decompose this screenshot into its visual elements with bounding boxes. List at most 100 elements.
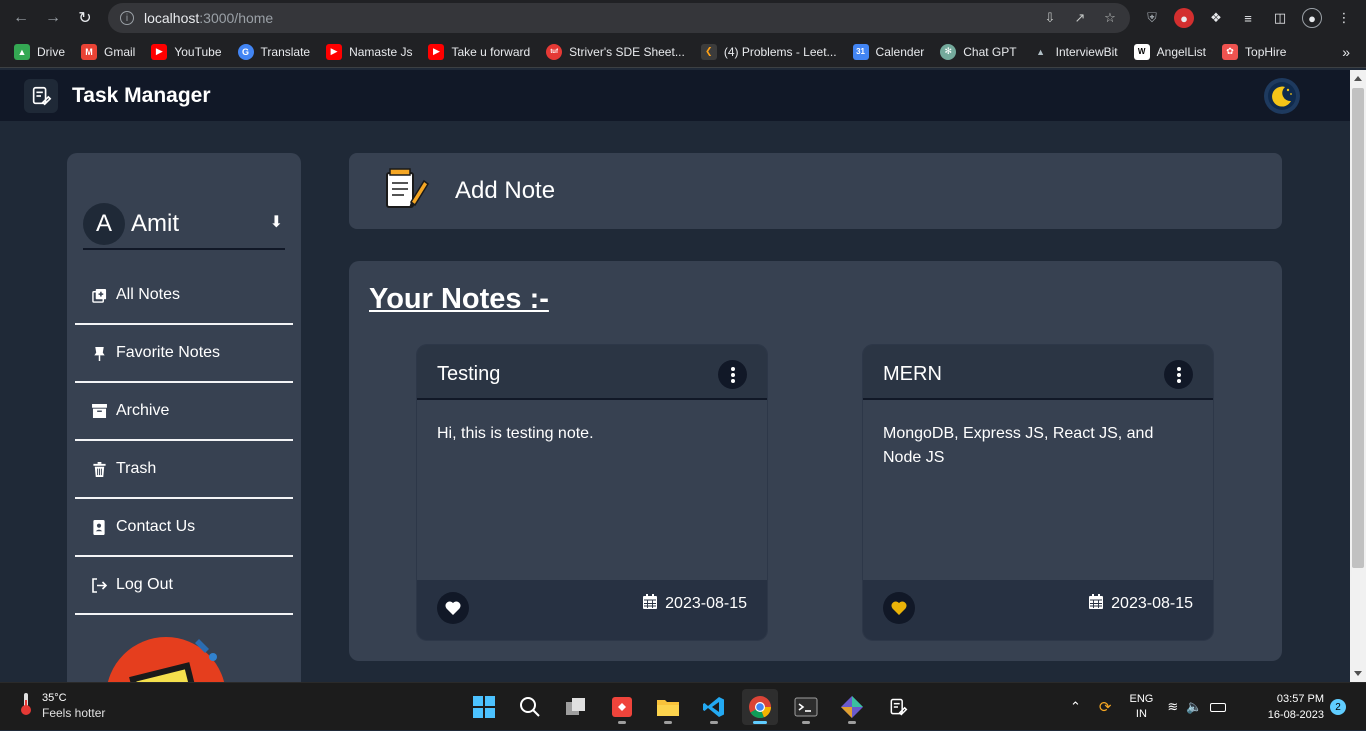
extensions-puzzle-icon[interactable]: ❖ bbox=[1206, 8, 1226, 28]
bookmarks-overflow-button[interactable]: » bbox=[1342, 44, 1350, 60]
more-options-icon[interactable] bbox=[1164, 360, 1193, 389]
add-note-button[interactable]: Add Note bbox=[349, 153, 1282, 229]
file-explorer-icon[interactable] bbox=[650, 689, 686, 725]
reload-icon[interactable]: ↻ bbox=[74, 7, 96, 29]
note-card[interactable]: MERN MongoDB, Express JS, React JS, and … bbox=[863, 345, 1213, 640]
note-card-header: MERN bbox=[863, 345, 1213, 400]
bookmark-item[interactable]: ✻ Chat GPT bbox=[940, 43, 1017, 60]
sidebar-item-contact-us[interactable]: Contact Us bbox=[75, 499, 293, 557]
dark-mode-toggle-icon[interactable] bbox=[1264, 78, 1300, 114]
avatar: A bbox=[83, 203, 125, 245]
heart-icon[interactable] bbox=[437, 592, 469, 624]
wifi-icon[interactable]: ≋ bbox=[1167, 699, 1178, 715]
angellist-icon: W bbox=[1133, 43, 1150, 60]
note-body: MongoDB, Express JS, React JS, and Node … bbox=[883, 425, 1154, 466]
user-profile-dropdown[interactable]: A Amit ⬇ bbox=[83, 200, 285, 250]
anydesk-icon[interactable] bbox=[604, 689, 640, 725]
battery-icon[interactable] bbox=[1210, 702, 1227, 712]
note-title: Testing bbox=[437, 363, 501, 385]
install-icon[interactable]: ⇩ bbox=[1042, 10, 1058, 26]
chrome-icon[interactable] bbox=[742, 689, 778, 725]
notepad-logo-icon bbox=[24, 78, 58, 113]
bookmark-item[interactable]: ▶ Namaste Js bbox=[326, 43, 412, 60]
sidebar-item-all-notes[interactable]: All Notes bbox=[75, 267, 293, 325]
sidebar-item-archive[interactable]: Archive bbox=[75, 383, 293, 441]
sync-icon[interactable]: ⟳ bbox=[1099, 698, 1112, 716]
youtube-icon: ▶ bbox=[151, 43, 168, 60]
arrow-down-icon: ⬇ bbox=[269, 214, 283, 231]
media-control-icon[interactable]: ≡ bbox=[1238, 8, 1258, 28]
scroll-up-icon[interactable] bbox=[1354, 76, 1362, 81]
note-card-footer: 2023-08-15 bbox=[863, 580, 1213, 640]
notepad-app-icon[interactable] bbox=[880, 689, 916, 725]
chatgpt-icon: ✻ bbox=[940, 43, 957, 60]
bookmark-item[interactable]: tuf Striver's SDE Sheet... bbox=[546, 43, 685, 60]
back-icon[interactable]: ← bbox=[10, 7, 32, 29]
page-scrollbar[interactable] bbox=[1350, 70, 1366, 682]
chevron-up-icon[interactable]: ⌃ bbox=[1070, 699, 1081, 715]
notification-badge[interactable]: 2 bbox=[1330, 699, 1346, 715]
terminal-icon[interactable] bbox=[788, 689, 824, 725]
bookmark-item[interactable]: ✿ TopHire bbox=[1222, 43, 1286, 60]
youtube-icon: ▶ bbox=[428, 43, 445, 60]
forward-icon[interactable]: → bbox=[42, 7, 64, 29]
add-note-icon bbox=[91, 287, 107, 303]
browser-toolbar: ← → ↻ i localhost:3000/home ⇩ ↗ ☆ ⛨ ● ❖ … bbox=[0, 0, 1366, 36]
weather-desc: Feels hotter bbox=[42, 706, 106, 720]
bookmark-item[interactable]: ❮ (4) Problems - Leet... bbox=[700, 43, 837, 60]
note-card-footer: 2023-08-15 bbox=[417, 580, 767, 640]
red-extension-icon[interactable]: ● bbox=[1174, 8, 1194, 28]
chrome-menu-icon[interactable]: ⋮ bbox=[1334, 8, 1354, 28]
bookmark-item[interactable]: M Gmail bbox=[81, 43, 135, 60]
profile-avatar-icon[interactable]: ● bbox=[1302, 8, 1322, 28]
bookmark-item[interactable]: G Translate bbox=[237, 43, 310, 60]
gmail-icon: M bbox=[81, 43, 98, 60]
note-title: MERN bbox=[883, 363, 942, 385]
calendar-icon bbox=[643, 594, 658, 614]
bookmark-item[interactable]: ▶ Take u forward bbox=[428, 43, 530, 60]
sidebar-item-label: Favorite Notes bbox=[116, 344, 221, 361]
shield-extension-icon[interactable]: ⛨ bbox=[1142, 8, 1162, 28]
side-panel-icon[interactable]: ◫ bbox=[1270, 8, 1290, 28]
os-taskbar: 35°C Feels hotter ⌃ ⟳ ENG IN ≋ 🔈 03:57 P… bbox=[0, 682, 1366, 730]
address-bar[interactable]: i localhost:3000/home ⇩ ↗ ☆ bbox=[108, 3, 1130, 33]
scrollbar-thumb[interactable] bbox=[1352, 88, 1364, 568]
volume-icon[interactable]: 🔈 bbox=[1186, 699, 1202, 715]
bookmark-item[interactable]: ▶ YouTube bbox=[151, 43, 222, 60]
git-tool-icon[interactable] bbox=[834, 689, 870, 725]
sidebar-item-trash[interactable]: Trash bbox=[75, 441, 293, 499]
windows-start-icon[interactable] bbox=[466, 689, 502, 725]
input-language[interactable]: ENG IN bbox=[1129, 692, 1153, 722]
sidebar-item-label: Contact Us bbox=[116, 518, 196, 535]
site-info-icon[interactable]: i bbox=[120, 11, 134, 25]
notepad-pencil-icon bbox=[383, 166, 429, 217]
task-view-icon[interactable] bbox=[558, 689, 594, 725]
logout-icon bbox=[91, 577, 107, 593]
app-root: Task Manager A Amit ⬇ All Notes Favorite… bbox=[0, 70, 1350, 682]
notes-heading: Your Notes :- bbox=[369, 283, 549, 315]
pin-icon bbox=[91, 345, 107, 361]
more-options-icon[interactable] bbox=[718, 360, 747, 389]
clock[interactable]: 03:57 PM 16-08-2023 bbox=[1258, 691, 1324, 723]
bookmark-star-icon[interactable]: ☆ bbox=[1102, 10, 1118, 26]
search-icon[interactable] bbox=[512, 689, 548, 725]
scroll-down-icon[interactable] bbox=[1354, 671, 1362, 676]
bookmark-item[interactable]: ▲ Drive bbox=[14, 43, 65, 60]
youtube-icon: ▶ bbox=[326, 43, 343, 60]
sidebar-item-log-out[interactable]: Log Out bbox=[75, 557, 293, 615]
bookmark-item[interactable]: 31 Calender bbox=[852, 43, 924, 60]
vscode-icon[interactable] bbox=[696, 689, 732, 725]
weather-widget[interactable]: 35°C Feels hotter bbox=[20, 691, 105, 721]
note-card[interactable]: Testing Hi, this is testing note. 2023-0… bbox=[417, 345, 767, 640]
bookmark-item[interactable]: ▲ InterviewBit bbox=[1033, 44, 1118, 60]
sidebar-item-favorite-notes[interactable]: Favorite Notes bbox=[75, 325, 293, 383]
heart-icon[interactable] bbox=[883, 592, 915, 624]
sidebar-menu: All Notes Favorite Notes Archive Trash C… bbox=[75, 267, 293, 615]
clock-date: 16-08-2023 bbox=[1267, 709, 1324, 721]
bookmark-item[interactable]: W AngelList bbox=[1133, 43, 1206, 60]
app-title: Task Manager bbox=[72, 83, 211, 107]
tophire-icon: ✿ bbox=[1222, 43, 1239, 60]
share-icon[interactable]: ↗ bbox=[1072, 10, 1088, 26]
url-path: :3000/home bbox=[199, 10, 274, 26]
leetcode-icon: ❮ bbox=[700, 43, 717, 60]
